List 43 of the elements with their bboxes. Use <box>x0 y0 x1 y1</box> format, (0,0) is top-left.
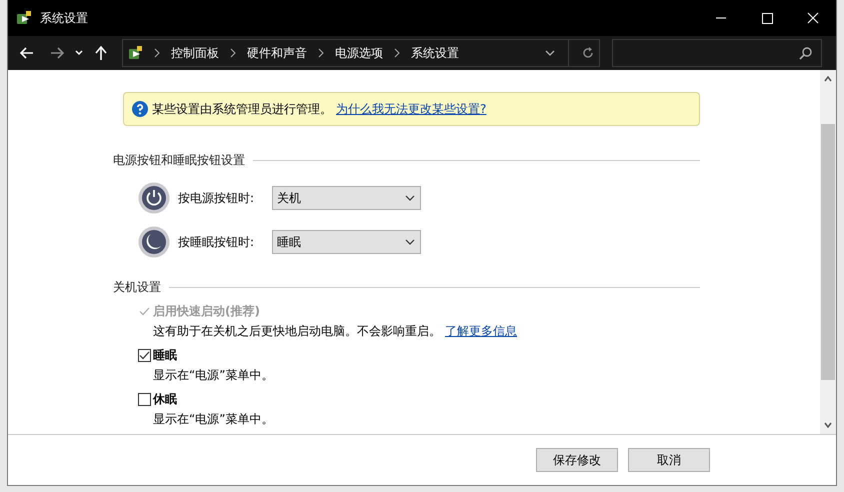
section-heading: 关机设置 <box>113 279 161 296</box>
up-arrow-icon[interactable] <box>93 45 109 61</box>
scrollbar-thumb[interactable] <box>821 124 835 380</box>
breadcrumb-item[interactable]: 电源选项 <box>335 44 383 62</box>
breadcrumb-item[interactable]: 控制面板 <box>171 44 219 62</box>
notice-text: 某些设置由系统管理员进行管理。 <box>152 100 332 118</box>
app-icon <box>16 10 32 26</box>
scroll-up-icon[interactable] <box>823 74 833 84</box>
chevron-right-icon <box>153 48 161 58</box>
checkbox-label: 睡眠 <box>153 346 177 364</box>
control-panel-icon <box>127 45 143 61</box>
chevron-right-icon <box>393 48 401 58</box>
power-button-icon <box>138 182 170 214</box>
checkbox[interactable] <box>138 392 151 406</box>
field-label: 按电源按钮时: <box>178 190 256 206</box>
chevron-right-icon <box>229 48 237 58</box>
dialog-button[interactable]: 取消 <box>628 448 710 472</box>
dialog-button[interactable]: 保存修改 <box>536 448 618 472</box>
moon-button-icon <box>138 226 170 258</box>
breadcrumb-item[interactable]: 系统设置 <box>411 44 459 62</box>
checkbox-label: 启用快速启动(推荐) <box>153 302 260 320</box>
help-icon <box>132 101 148 117</box>
help-link[interactable]: 为什么我无法更改某些设置? <box>336 100 486 118</box>
chevron-right-icon <box>317 48 325 58</box>
option-description: 显示在“电源”菜单中。 <box>153 367 274 384</box>
field-label: 按睡眠按钮时: <box>178 234 256 250</box>
checkbox[interactable] <box>138 348 151 362</box>
window-title: 系统设置 <box>40 10 88 26</box>
search-icon <box>799 46 813 60</box>
option-description: 这有助于在关机之后更快地启动电脑。不会影响重启。 <box>153 323 441 340</box>
address-bar[interactable]: 控制面板 硬件和声音 电源选项 系统设置 <box>122 39 600 67</box>
forward-arrow-icon[interactable] <box>49 45 65 61</box>
back-arrow-icon[interactable] <box>19 45 35 61</box>
checkbox-label: 休眠 <box>153 390 177 408</box>
chevron-down-icon[interactable] <box>74 48 84 58</box>
search-field[interactable] <box>612 39 822 67</box>
section-heading: 电源按钮和睡眠按钮设置 <box>113 152 245 169</box>
option-description: 显示在“电源”菜单中。 <box>153 411 274 428</box>
scroll-down-icon[interactable] <box>823 420 833 430</box>
breadcrumb-item[interactable]: 硬件和声音 <box>247 44 307 62</box>
dropdown[interactable]: 睡眠 <box>272 230 421 254</box>
dropdown[interactable]: 关机 <box>272 186 421 210</box>
refresh-icon[interactable] <box>581 46 595 60</box>
